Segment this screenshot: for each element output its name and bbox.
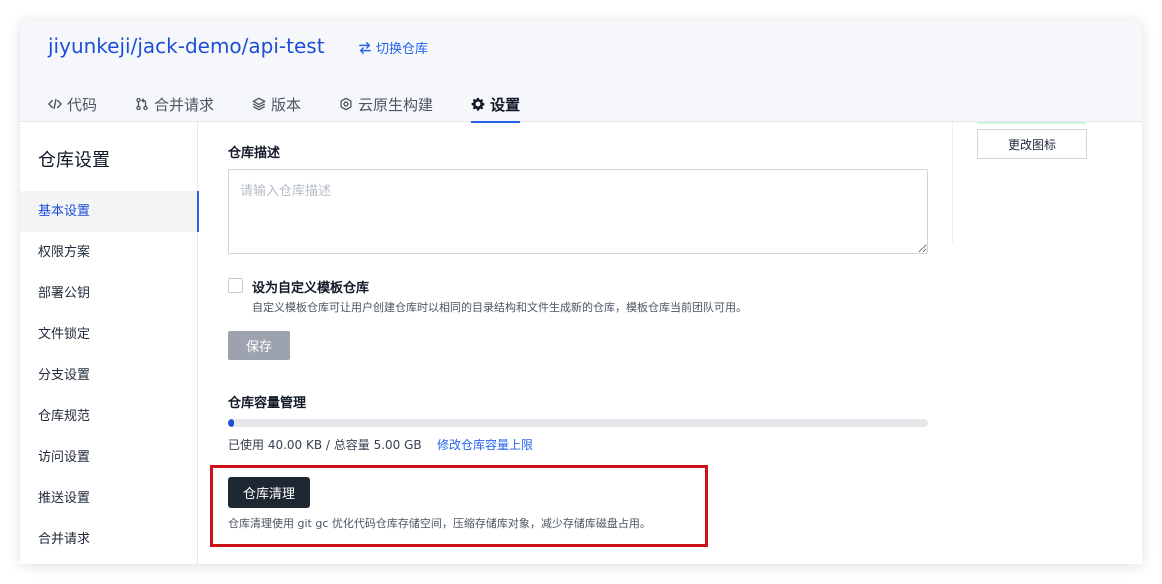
- save-button[interactable]: 保存: [228, 331, 290, 360]
- layers-icon: [252, 97, 266, 111]
- capacity-progress-bar: [228, 419, 928, 427]
- tab-cloud-build-label: 云原生构建: [358, 95, 434, 114]
- sidebar-title: 仓库设置: [38, 150, 110, 171]
- swap-icon: [359, 41, 371, 54]
- repo-header: jiyunkeji/jack-demo/api-test 切换仓库 代码 合并请…: [20, 20, 1142, 123]
- tab-releases-label: 版本: [271, 95, 302, 114]
- app-window: jiyunkeji/jack-demo/api-test 切换仓库 代码 合并请…: [20, 20, 1142, 564]
- capacity-label: 仓库容量管理: [228, 396, 307, 411]
- repo-path-breadcrumb: jiyunkeji/jack-demo/api-test: [48, 34, 325, 58]
- gear-icon: [471, 97, 485, 111]
- tab-settings[interactable]: 设置: [471, 86, 521, 123]
- sidebar-item-deploy-keys[interactable]: 部署公钥: [20, 273, 198, 314]
- tab-code[interactable]: 代码: [48, 86, 97, 122]
- sidebar-item-access-settings[interactable]: 访问设置: [20, 437, 198, 478]
- sidebar-item-file-locking[interactable]: 文件锁定: [20, 314, 198, 355]
- tab-merge-requests-label: 合并请求: [154, 95, 215, 114]
- settings-sidebar: 仓库设置 基本设置 权限方案 部署公钥 文件锁定 分支设置 仓库规范 访问设置 …: [20, 122, 199, 564]
- tab-code-label: 代码: [67, 95, 98, 114]
- repo-name-link[interactable]: api-test: [248, 34, 324, 58]
- modify-capacity-link[interactable]: 修改仓库容量上限: [437, 436, 533, 453]
- template-repo-hint: 自定义模板仓库可让用户创建仓库时以相同的目录结构和文件生成新的仓库，模板仓库当前…: [252, 301, 747, 314]
- tab-settings-label: 设置: [490, 95, 521, 114]
- repo-cleanup-button[interactable]: 仓库清理: [228, 477, 310, 508]
- capacity-usage-text: 已使用 40.00 KB / 总容量 5.00 GB: [228, 438, 422, 452]
- tab-releases[interactable]: 版本: [252, 86, 301, 122]
- right-panel-divider: [952, 122, 953, 244]
- sidebar-nav: 基本设置 权限方案 部署公钥 文件锁定 分支设置 仓库规范 访问设置 推送设置 …: [20, 191, 199, 560]
- cloud-build-icon: [340, 97, 352, 111]
- tab-merge-requests[interactable]: 合并请求: [135, 86, 214, 122]
- switch-repo-button[interactable]: 切换仓库: [358, 38, 428, 57]
- sidebar-item-permission-schemes[interactable]: 权限方案: [20, 232, 198, 273]
- repo-group-link[interactable]: jack-demo: [137, 34, 241, 58]
- sidebar-item-merge-requests[interactable]: 合并请求: [20, 519, 198, 560]
- sidebar-item-repo-rules[interactable]: 仓库规范: [20, 396, 198, 437]
- sidebar-item-basic-settings[interactable]: 基本设置: [20, 191, 199, 232]
- repo-cleanup-hint: 仓库清理使用 git gc 优化代码仓库存储空间，压缩存储库对象，减少存储库磁盘…: [228, 517, 651, 530]
- sidebar-item-branch-settings[interactable]: 分支设置: [20, 355, 198, 396]
- code-icon: [48, 98, 62, 110]
- repo-owner-link[interactable]: jiyunkeji: [48, 34, 131, 58]
- capacity-progress-fill: [228, 419, 234, 427]
- description-textarea[interactable]: [228, 169, 928, 254]
- change-icon-button[interactable]: 更改图标: [977, 129, 1087, 159]
- description-label: 仓库描述: [228, 146, 281, 161]
- repo-tabs: 代码 合并请求 版本 云原生构建 设置: [48, 86, 558, 123]
- merge-request-icon: [136, 97, 148, 111]
- tab-cloud-build[interactable]: 云原生构建: [339, 86, 433, 122]
- icon-preview-edge: [977, 122, 1086, 124]
- template-repo-checkbox[interactable]: [228, 278, 243, 293]
- template-repo-checkbox-label[interactable]: 设为自定义模板仓库: [252, 277, 369, 296]
- sidebar-item-push-settings[interactable]: 推送设置: [20, 478, 198, 519]
- switch-repo-label: 切换仓库: [376, 42, 429, 57]
- basic-settings-panel: 仓库描述 设为自定义模板仓库 自定义模板仓库可让用户创建仓库时以相同的目录结构和…: [198, 122, 952, 564]
